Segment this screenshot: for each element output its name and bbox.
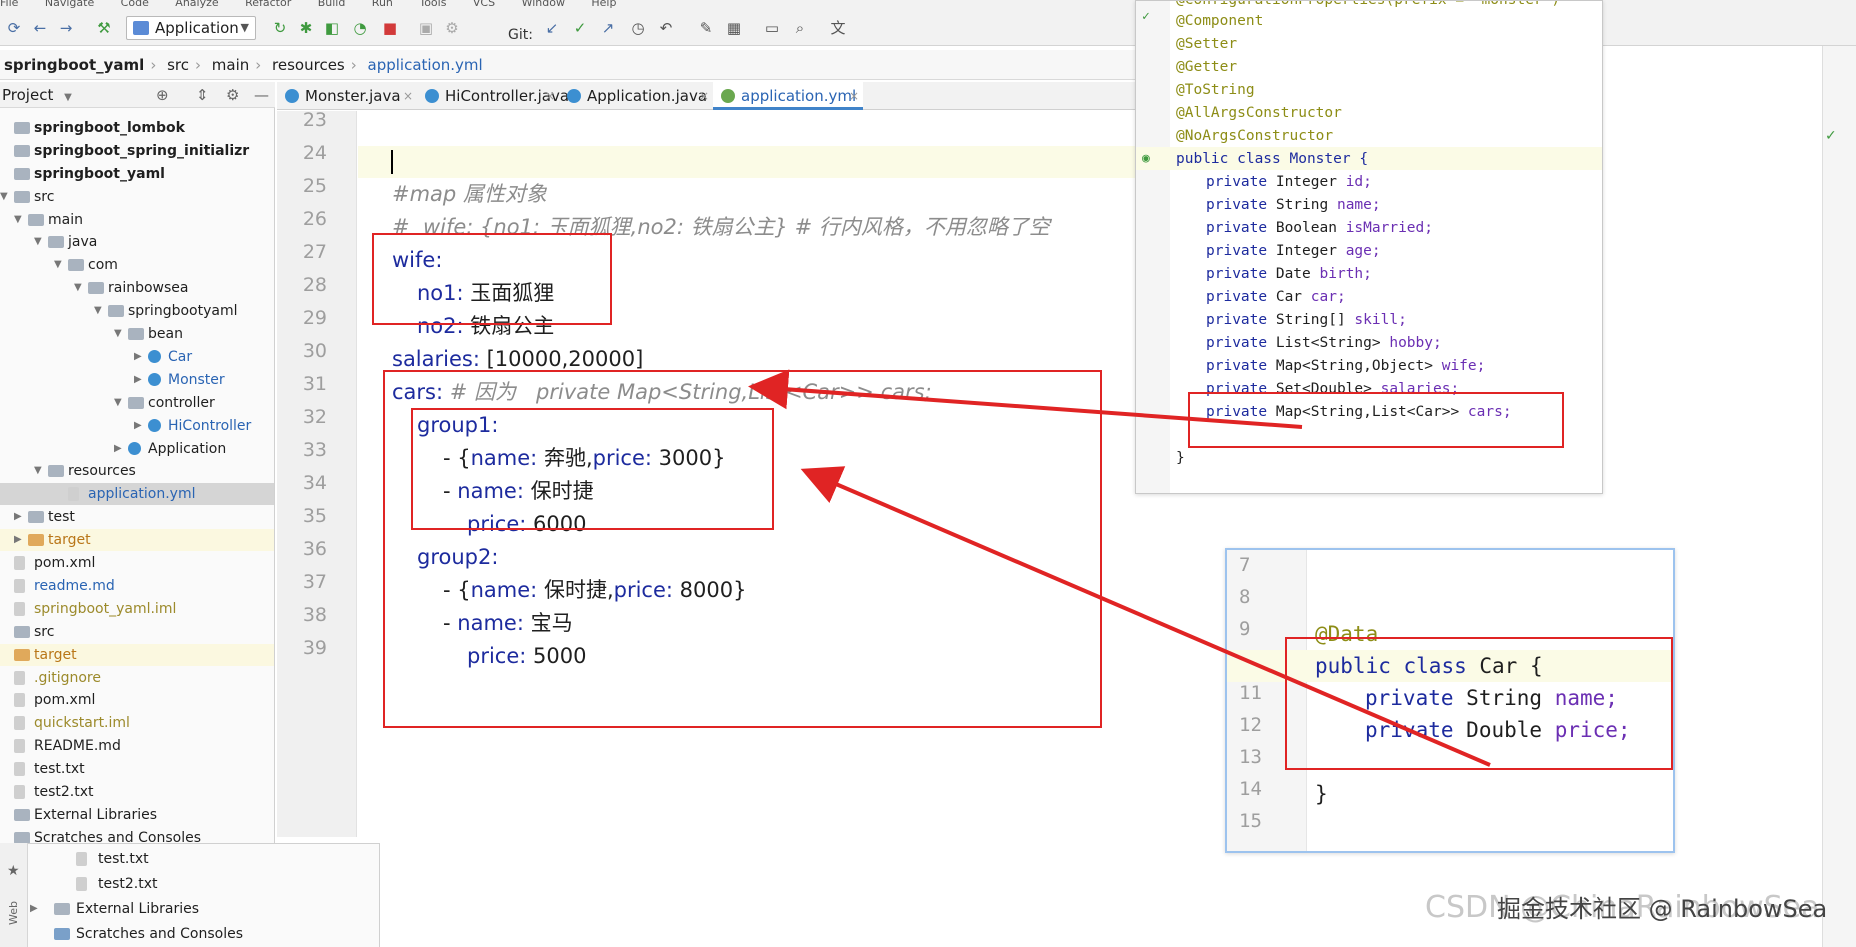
watermark-juejin: 掘金技术社区 @ RainbowSea bbox=[1497, 895, 1828, 923]
arrow-car-to-group bbox=[800, 466, 1491, 767]
annotation-arrows bbox=[748, 369, 1491, 767]
arrow-cars-to-field bbox=[748, 369, 1303, 429]
